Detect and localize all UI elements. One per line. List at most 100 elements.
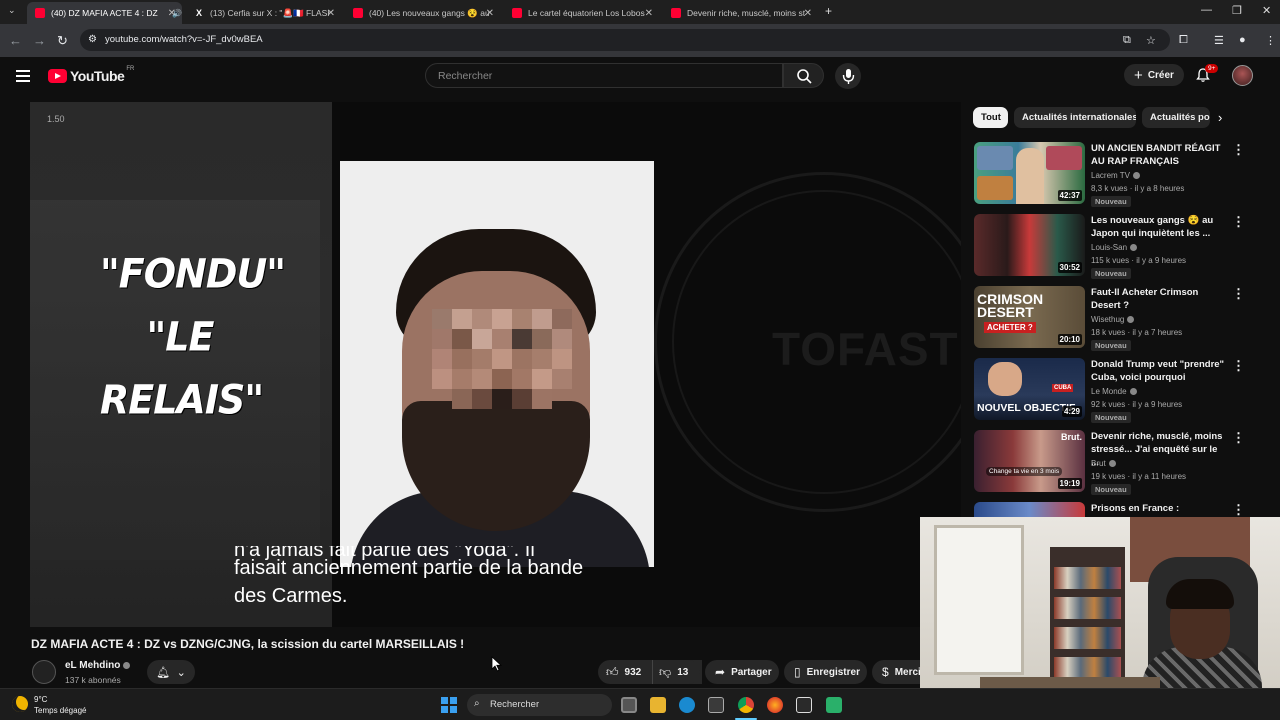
tab-dz-mafia[interactable]: (40) DZ MAFIA ACTE 4 : DZ 🔊 ✕: [27, 2, 182, 24]
browser-tab-bar: ⌄ (40) DZ MAFIA ACTE 4 : DZ 🔊 ✕ X (13) C…: [0, 0, 1280, 24]
weather-description[interactable]: Temps dégagé: [34, 706, 86, 715]
close-icon[interactable]: ✕: [645, 8, 653, 19]
video-thumbnail[interactable]: Brut. Change ta vie en 3 mois 19:19: [974, 430, 1085, 492]
thanks-icon: $: [882, 665, 889, 679]
subscription-bell-button[interactable]: 🔔︎ ⌄: [147, 660, 195, 684]
recommendation-item[interactable]: Brut. Change ta vie en 3 mois 19:19 Deve…: [974, 430, 1264, 496]
thumbs-up-icon: 👍︎: [606, 664, 619, 679]
search-icon: ⌕: [474, 698, 480, 709]
recommendation-title[interactable]: Les nouveaux gangs 😵 au Japon qui inquiè…: [1091, 214, 1226, 240]
recommendation-item[interactable]: 30:52 Les nouveaux gangs 😵 au Japon qui …: [974, 214, 1264, 280]
video-thumbnail[interactable]: CUBA NOUVEL OBJECTIF 4:29: [974, 358, 1085, 420]
bookmark-star-icon[interactable]: ☆: [1146, 34, 1156, 47]
search-button[interactable]: [783, 63, 824, 88]
tab-search-icon[interactable]: ⌄: [8, 5, 16, 16]
video-thumbnail[interactable]: [974, 502, 1085, 517]
search-box[interactable]: [425, 63, 783, 88]
video-thumbnail[interactable]: 42:37: [974, 142, 1085, 204]
windows-start-icon[interactable]: [441, 697, 457, 713]
new-tab-icon[interactable]: +: [825, 4, 832, 18]
verified-icon: [1132, 172, 1140, 180]
recommendation-title[interactable]: Donald Trump veut "prendre" Cuba, voici …: [1091, 358, 1226, 384]
voice-search-button[interactable]: [835, 63, 861, 89]
recommendation-item[interactable]: CRIMSON DESERT ACHETER ? 20:10 Faut-Il A…: [974, 286, 1264, 352]
more-options-icon[interactable]: ⋮: [1232, 358, 1245, 374]
account-avatar[interactable]: [1232, 65, 1253, 86]
tab-cerfia[interactable]: X (13) Cerfia sur X : "🚨🇫🇷 FLASH ✕: [186, 2, 341, 24]
new-badge: Nouveau: [1091, 484, 1131, 495]
weather-temperature[interactable]: 9°C: [34, 695, 47, 704]
tab-nouveaux-gangs[interactable]: (40) Les nouveaux gangs 😵 au ✕: [345, 2, 500, 24]
notifications-button[interactable]: 9+: [1195, 64, 1219, 88]
more-options-icon[interactable]: ⋮: [1232, 286, 1245, 302]
chip-actualites-internationales[interactable]: Actualités internationales: [1014, 107, 1136, 128]
youtube-logo[interactable]: YouTube FR: [48, 66, 134, 84]
minimize-icon[interactable]: —: [1201, 4, 1212, 16]
recommendation-channel[interactable]: Wisethug: [1091, 315, 1135, 324]
recommendation-channel[interactable]: Brut: [1091, 459, 1116, 468]
address-bar[interactable]: ⚙ youtube.com/watch?v=-JF_dv0wBEA: [80, 29, 1170, 51]
browser-menu-icon[interactable]: ⋮: [1265, 34, 1276, 47]
recommendation-item[interactable]: 42:37 UN ANCIEN BANDIT RÉAGIT AU RAP FRA…: [974, 142, 1264, 208]
reading-list-icon[interactable]: ☰: [1214, 34, 1224, 47]
recommendation-channel[interactable]: Louis-San: [1091, 243, 1138, 252]
channel-avatar[interactable]: [32, 660, 56, 684]
recommendation-title[interactable]: Prisons en France : immersion: [1091, 502, 1226, 517]
reload-icon[interactable]: ↻: [57, 33, 68, 49]
firefox-icon[interactable]: [767, 697, 783, 713]
thanks-button[interactable]: $ Merci: [872, 660, 920, 684]
tab-los-lobos[interactable]: Le cartel équatorien Los Lobos ✕: [504, 2, 659, 24]
more-options-icon[interactable]: ⋮: [1232, 502, 1245, 517]
app-icon[interactable]: [826, 697, 842, 713]
video-thumbnail[interactable]: 30:52: [974, 214, 1085, 276]
close-icon[interactable]: ✕: [804, 8, 812, 19]
recommendation-channel[interactable]: Lacrem TV: [1091, 171, 1140, 180]
create-button[interactable]: + Créer: [1124, 64, 1184, 86]
store-icon[interactable]: [708, 697, 724, 713]
more-options-icon[interactable]: ⋮: [1232, 214, 1245, 230]
close-icon[interactable]: ✕: [486, 8, 494, 19]
recommendation-item[interactable]: CUBA NOUVEL OBJECTIF 4:29 Donald Trump v…: [974, 358, 1264, 424]
save-button[interactable]: ▯ Enregistrer: [784, 660, 867, 684]
site-info-icon[interactable]: ⚙: [88, 34, 97, 45]
more-options-icon[interactable]: ⋮: [1232, 142, 1245, 158]
back-icon[interactable]: ←: [9, 33, 22, 48]
close-icon[interactable]: ✕: [168, 8, 176, 19]
close-icon[interactable]: ✕: [327, 8, 335, 19]
channel-name[interactable]: eL Mehdino: [65, 660, 131, 671]
url-text: youtube.com/watch?v=-JF_dv0wBEA: [105, 34, 263, 45]
video-thumbnail[interactable]: CRIMSON DESERT ACHETER ? 20:10: [974, 286, 1085, 348]
forward-icon[interactable]: →: [33, 33, 46, 48]
new-badge: Nouveau: [1091, 412, 1131, 423]
taskbar-search[interactable]: ⌕ Rechercher: [467, 694, 612, 716]
recommendation-title[interactable]: UN ANCIEN BANDIT RÉAGIT AU RAP FRANÇAIS: [1091, 142, 1226, 168]
extensions-icon[interactable]: ⧠: [1179, 34, 1188, 47]
window-close-icon[interactable]: ✕: [1262, 4, 1271, 17]
maximize-icon[interactable]: ❐: [1232, 4, 1242, 17]
thumbnail-text: CRIMSON DESERT: [977, 291, 1044, 320]
video-player[interactable]: 1.50 "FONDU" "LE RELAIS" TOFAST n'a jama…: [30, 102, 961, 627]
recommendation-channel[interactable]: Le Monde: [1091, 387, 1137, 396]
more-options-icon[interactable]: ⋮: [1232, 430, 1245, 446]
edge-icon[interactable]: [679, 697, 695, 713]
dislike-button[interactable]: 👎︎ 13: [652, 660, 700, 684]
chevron-right-icon[interactable]: ›: [1218, 110, 1222, 125]
task-view-icon[interactable]: [621, 697, 637, 713]
weather-moon-icon[interactable]: [12, 696, 28, 712]
chip-tout[interactable]: Tout: [973, 107, 1008, 128]
hamburger-menu-icon[interactable]: [16, 70, 30, 82]
video-title: DZ MAFIA ACTE 4 : DZ vs DZNG/CJNG, la sc…: [31, 637, 465, 651]
recommendation-item[interactable]: Prisons en France : immersion ⋮: [974, 502, 1264, 517]
profile-icon[interactable]: ●: [1239, 34, 1246, 46]
recommendation-title[interactable]: Faut-Il Acheter Crimson Desert ?: [1091, 286, 1226, 312]
search-input[interactable]: [438, 70, 768, 82]
capcut-icon[interactable]: [796, 697, 812, 713]
chrome-icon[interactable]: [738, 697, 754, 713]
share-button[interactable]: ➦ Partager: [705, 660, 779, 684]
chip-actualites-politiques[interactable]: Actualités po: [1142, 107, 1210, 128]
windows-taskbar: 9°C Temps dégagé ⌕ Rechercher: [0, 688, 1280, 720]
install-icon[interactable]: ⧉: [1123, 34, 1131, 47]
youtube-icon: [671, 8, 681, 18]
tab-devenir-riche[interactable]: Devenir riche, musclé, moins st ✕: [663, 2, 818, 24]
file-explorer-icon[interactable]: [650, 697, 666, 713]
